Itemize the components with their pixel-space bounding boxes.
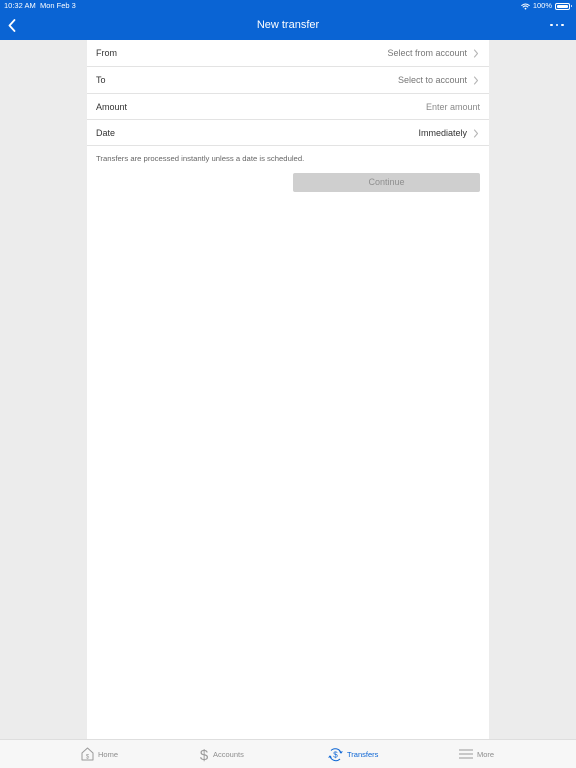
amount-row[interactable]: Amount Enter amount bbox=[87, 94, 489, 120]
home-icon: $ bbox=[81, 747, 94, 761]
tab-label: Accounts bbox=[213, 749, 244, 759]
continue-button[interactable]: Continue bbox=[293, 173, 480, 192]
tab-bar: $ Home $ Accounts $ Transfers More bbox=[0, 739, 576, 768]
chevron-right-icon bbox=[473, 76, 479, 85]
tab-label: More bbox=[477, 749, 495, 759]
tab-label: Home bbox=[98, 749, 119, 759]
svg-text:$: $ bbox=[86, 754, 90, 760]
svg-text:$: $ bbox=[200, 747, 209, 762]
tab-transfers[interactable]: $ Transfers bbox=[328, 740, 378, 768]
chevron-right-icon bbox=[473, 129, 479, 138]
more-dot-icon bbox=[550, 23, 553, 27]
status-right: 100% bbox=[521, 0, 572, 12]
more-dot-icon bbox=[555, 23, 559, 27]
transfer-form-panel: From Select from account To Select to ac… bbox=[87, 40, 489, 739]
to-account-row[interactable]: To Select to account bbox=[87, 67, 489, 94]
wifi-icon bbox=[521, 2, 530, 10]
more-options-button[interactable] bbox=[550, 20, 564, 30]
to-label: To bbox=[96, 75, 106, 85]
amount-label: Amount bbox=[96, 102, 128, 112]
tab-more[interactable]: More bbox=[459, 740, 494, 768]
status-time: 10:32 AM bbox=[4, 1, 36, 10]
date-label: Date bbox=[96, 128, 116, 138]
more-dot-icon bbox=[561, 23, 564, 27]
tab-label: Transfers bbox=[347, 749, 379, 759]
date-value: Immediately bbox=[418, 128, 467, 138]
from-label: From bbox=[96, 48, 117, 58]
info-text: Transfers are processed instantly unless… bbox=[96, 154, 305, 163]
dollar-icon: $ bbox=[200, 747, 209, 762]
battery-icon bbox=[555, 2, 572, 10]
amount-input[interactable]: Enter amount bbox=[426, 101, 480, 113]
from-account-value: Select from account bbox=[387, 48, 467, 58]
svg-text:$: $ bbox=[333, 750, 338, 759]
status-date: Mon Feb 3 bbox=[40, 1, 76, 10]
to-account-value: Select to account bbox=[397, 75, 467, 85]
page-title: New transfer bbox=[256, 19, 320, 31]
from-account-row[interactable]: From Select from account bbox=[87, 40, 489, 67]
tab-accounts[interactable]: $ Accounts bbox=[199, 740, 244, 768]
tab-home[interactable]: $ Home bbox=[81, 740, 118, 768]
date-row[interactable]: Date Immediately bbox=[87, 120, 489, 146]
menu-icon bbox=[459, 749, 473, 759]
top-bar: 10:32 AM Mon Feb 3 100% New transfer bbox=[0, 0, 576, 40]
battery-percent: 100% bbox=[532, 1, 552, 10]
transfer-icon: $ bbox=[328, 747, 343, 761]
chevron-right-icon bbox=[473, 49, 479, 58]
status-bar: 10:32 AM Mon Feb 3 100% bbox=[0, 0, 576, 12]
